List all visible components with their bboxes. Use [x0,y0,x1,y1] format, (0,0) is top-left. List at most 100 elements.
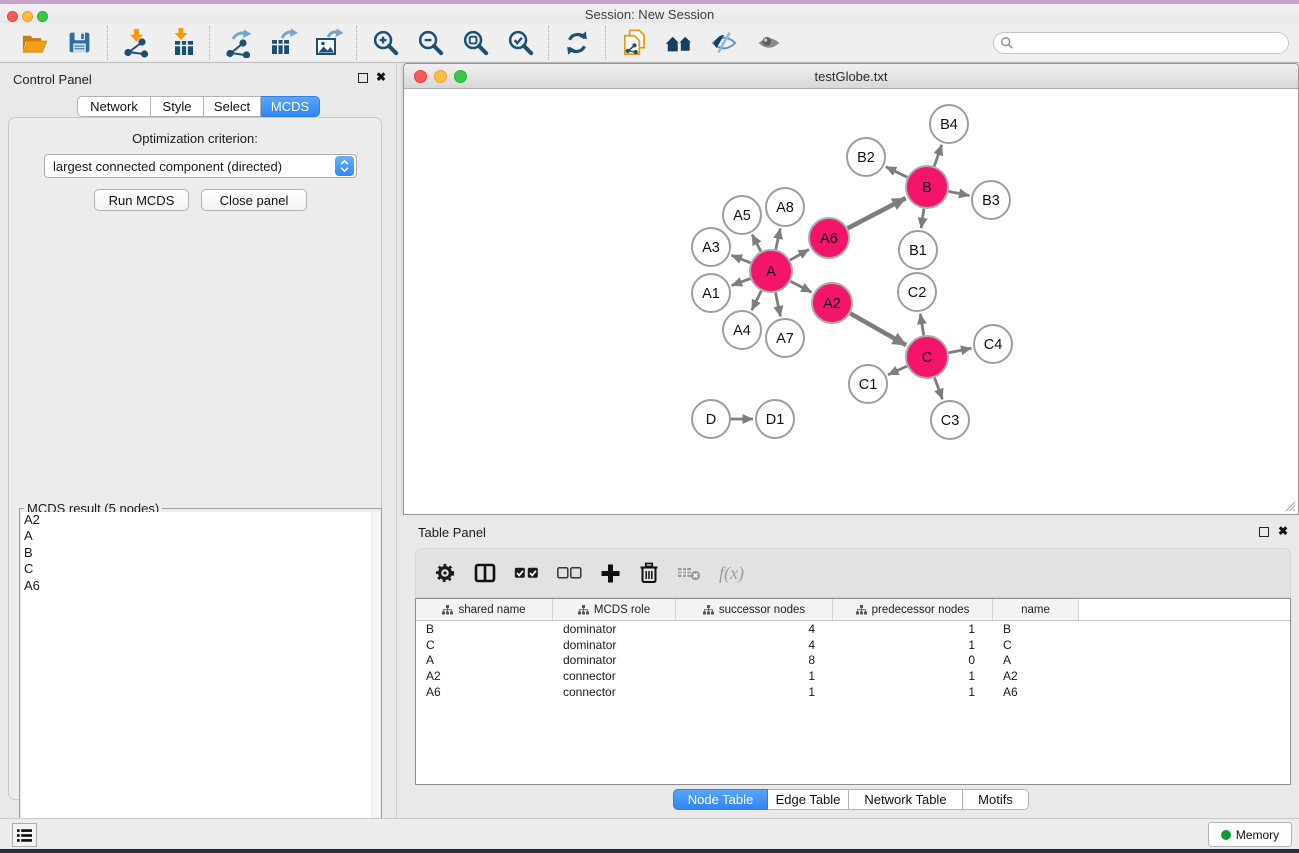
table-cell[interactable]: A2 [416,669,553,683]
search-input[interactable] [1014,34,1288,52]
table-cell[interactable]: connector [553,669,676,683]
table-row[interactable]: Adominator80A [416,652,1290,668]
graph-node-A6[interactable]: A6 [809,218,849,258]
table-cell[interactable]: B [416,622,553,636]
show-eye-icon[interactable] [754,28,784,58]
mcds-result-item[interactable]: C [21,561,380,577]
graph-node-A8[interactable]: A8 [766,188,804,226]
column-header-successor-nodes[interactable]: successor nodes [676,599,833,620]
table-cell[interactable]: 1 [833,638,993,652]
table-cell[interactable]: 4 [676,638,833,652]
task-history-button[interactable] [12,823,37,847]
home-pair-icon[interactable] [664,28,694,58]
table-cell[interactable]: A6 [416,685,553,699]
table-cell[interactable]: 1 [833,685,993,699]
graph-node-B1[interactable]: B1 [899,231,937,269]
edge-C-C1[interactable] [888,366,907,375]
column-header-predecessor-nodes[interactable]: predecessor nodes [833,599,993,620]
graph-node-B[interactable]: B [906,166,948,208]
edge-C-C2[interactable] [920,314,923,336]
column-header-shared-name[interactable]: shared name [416,599,553,620]
import-table-icon[interactable] [166,28,196,58]
table-cell[interactable]: 0 [833,653,993,667]
deselect-all-icon[interactable] [557,567,582,579]
zoom-selected-icon[interactable] [505,28,535,58]
edge-A-A7[interactable] [775,293,780,317]
table-cell[interactable]: B [993,622,1079,636]
table-cell[interactable]: C [993,638,1079,652]
close-panel-button[interactable]: Close panel [201,189,307,211]
graph-node-D[interactable]: D [692,400,730,438]
mcds-result-item[interactable]: A2 [21,512,380,528]
delete-icon[interactable] [639,562,659,584]
graph-node-A5[interactable]: A5 [723,196,761,234]
memory-button[interactable]: Memory [1208,822,1292,847]
table-cell[interactable]: dominator [553,622,676,636]
graph-node-C4[interactable]: C4 [974,325,1012,363]
table-cell[interactable]: 8 [676,653,833,667]
edge-A-A8[interactable] [776,228,781,249]
tab-node-table[interactable]: Node Table [673,789,768,810]
table-cell[interactable]: 1 [676,669,833,683]
tab-select[interactable]: Select [204,96,261,117]
network-window-titlebar[interactable]: testGlobe.txt [404,64,1298,89]
table-cell[interactable]: A6 [993,685,1079,699]
table-cell[interactable]: A [416,653,553,667]
graph-node-A4[interactable]: A4 [723,311,761,349]
table-row[interactable]: A2connector11A2 [416,668,1290,684]
resize-grip-icon[interactable] [1284,500,1296,512]
export-image-icon[interactable] [313,28,343,58]
delete-table-icon[interactable] [677,564,701,582]
graph-node-A1[interactable]: A1 [692,274,730,312]
graph-node-B3[interactable]: B3 [972,181,1010,219]
graph-node-C[interactable]: C [906,336,948,378]
edge-A2-C[interactable] [850,313,906,345]
zoom-fit-icon[interactable] [460,28,490,58]
table-cell[interactable]: dominator [553,653,676,667]
add-icon[interactable] [600,563,621,584]
run-mcds-button[interactable]: Run MCDS [94,189,189,211]
open-session-icon[interactable] [19,28,49,58]
edge-A6-B[interactable] [848,198,906,228]
edge-A-A1[interactable] [732,279,751,286]
column-header-MCDS-role[interactable]: MCDS role [553,599,676,620]
float-table-panel-icon[interactable] [1259,527,1269,537]
tab-style[interactable]: Style [151,96,204,117]
table-cell[interactable]: 4 [676,622,833,636]
graph-node-B4[interactable]: B4 [930,105,968,143]
table-cell[interactable]: A2 [993,669,1079,683]
edge-C-C4[interactable] [949,348,972,352]
graph-node-C3[interactable]: C3 [931,401,969,439]
network-document-icon[interactable] [619,28,649,58]
export-network-icon[interactable] [223,28,253,58]
graph-node-A[interactable]: A [750,250,792,292]
edge-C-C3[interactable] [935,378,943,400]
edge-A-A3[interactable] [731,255,750,263]
table-cell[interactable]: dominator [553,638,676,652]
select-all-icon[interactable] [514,567,539,579]
table-row[interactable]: A6connector11A6 [416,684,1290,700]
tab-network[interactable]: Network [77,96,151,117]
table-row[interactable]: Cdominator41C [416,637,1290,653]
import-network-icon[interactable] [121,28,151,58]
edge-B-B2[interactable] [886,167,908,178]
edge-A-A6[interactable] [790,249,809,260]
close-panel-icon[interactable]: ✖ [376,68,386,86]
network-canvas[interactable]: B4B2BB3A5A8A6A3B1AA1C2A2A4A7C4CC1C3DD1 [405,90,1297,514]
tab-motifs[interactable]: Motifs [963,789,1029,810]
graph-node-A7[interactable]: A7 [766,319,804,357]
result-list-scrollbar[interactable] [371,512,380,842]
edge-B-B1[interactable] [921,209,924,228]
table-cell[interactable]: A [993,653,1079,667]
mcds-result-item[interactable]: B [21,545,380,561]
edge-B-B4[interactable] [934,145,941,166]
graph-node-A2[interactable]: A2 [812,283,852,323]
gear-icon[interactable] [434,562,456,584]
zoom-in-icon[interactable] [370,28,400,58]
table-cell[interactable]: 1 [833,622,993,636]
save-session-icon[interactable] [64,28,94,58]
tab-network-table[interactable]: Network Table [849,789,963,810]
table-cell[interactable]: 1 [833,669,993,683]
column-header-name[interactable]: name [993,599,1079,620]
table-cell[interactable]: C [416,638,553,652]
